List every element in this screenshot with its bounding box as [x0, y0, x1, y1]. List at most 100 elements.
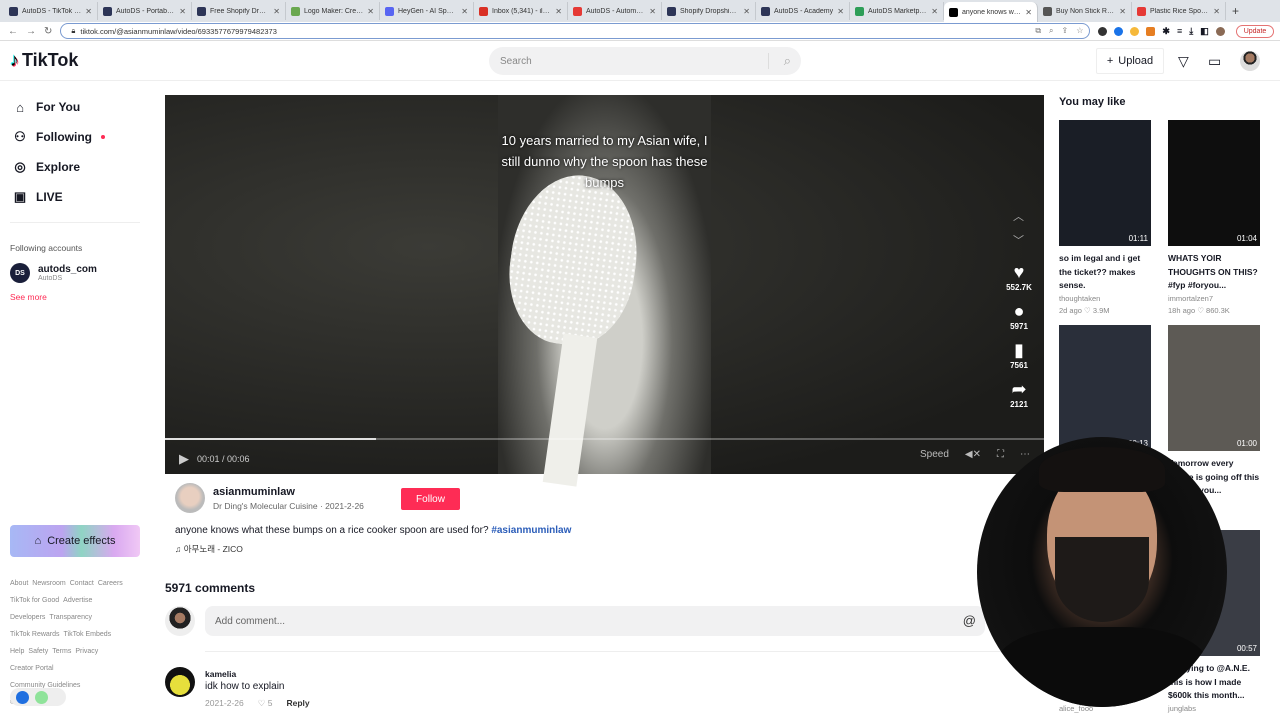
video-thumbnail[interactable]: 00:13 [1059, 325, 1151, 451]
new-tab-button[interactable]: + [1232, 4, 1239, 18]
extension-icon[interactable] [1098, 26, 1108, 36]
browser-tab[interactable]: AutoDS - Academy ✕ [756, 2, 850, 20]
footer-link[interactable]: Safety [28, 648, 48, 655]
browser-tab[interactable]: Plastic Rice Spoon Pa ✕ [1132, 2, 1226, 20]
footer-link[interactable]: TikTok Rewards [10, 631, 60, 638]
sidebar-item-explore[interactable]: ◎ Explore [0, 152, 160, 182]
speed-button[interactable]: Speed [920, 449, 949, 460]
close-tab-icon[interactable]: ✕ [273, 7, 280, 16]
close-tab-icon[interactable]: ✕ [85, 7, 92, 16]
comment-user[interactable]: kamelia [205, 669, 236, 679]
profile-avatar[interactable] [1215, 26, 1225, 36]
extension-icon[interactable] [1114, 26, 1124, 36]
close-tab-icon[interactable]: ✕ [837, 7, 844, 16]
bookmark-star-icon[interactable]: ☆ [1076, 26, 1083, 36]
footer-link[interactable]: Creator Portal [10, 665, 54, 672]
video-title[interactable]: WHATS YOIR THOUGHTS ON THIS? #fyp #foryo… [1168, 252, 1260, 292]
reply-button[interactable]: Reply [286, 698, 309, 709]
extension-icon[interactable] [1146, 26, 1156, 36]
follow-button[interactable]: Follow [401, 488, 460, 510]
author-name[interactable]: asianmuminlaw [213, 486, 364, 498]
comment-avatar[interactable] [165, 667, 195, 697]
browser-tab[interactable]: AutoDS - Portable Ele ✕ [98, 2, 192, 20]
browser-tab[interactable]: Free Shopify Dropshi ✕ [192, 2, 286, 20]
update-button[interactable]: Update [1235, 24, 1275, 38]
comment-like-button[interactable]: ♡ 5 [258, 698, 273, 709]
previous-video-icon[interactable]: ︿ [1013, 205, 1024, 229]
footer-link[interactable]: Privacy [75, 648, 98, 655]
video-author[interactable]: immortalzen7 [1168, 294, 1260, 303]
footer-link[interactable]: About [10, 580, 28, 587]
reload-icon[interactable]: ↻ [44, 26, 52, 37]
video-thumbnail[interactable]: 01:00 [1168, 325, 1260, 451]
footer-link[interactable]: TikTok Embeds [64, 631, 112, 638]
user-avatar[interactable] [1240, 51, 1260, 71]
sidebar-item-live[interactable]: ▣ LIVE [0, 182, 160, 212]
close-tab-icon[interactable]: ✕ [649, 7, 656, 16]
video-author[interactable]: thoughtaken [1059, 294, 1151, 303]
create-effects-button[interactable]: ⌂ Create effects [10, 525, 140, 557]
video-thumbnail[interactable]: 01:04 [1168, 120, 1260, 246]
tiktok-logo[interactable]: ♪ TikTok [10, 50, 78, 71]
footer-link[interactable]: Transparency [49, 614, 92, 621]
next-video-icon[interactable]: ﹀ [1013, 229, 1024, 253]
install-icon[interactable]: ⇪ [1062, 26, 1069, 36]
video-title[interactable]: so im legal and i get the ticket?? makes… [1059, 252, 1151, 292]
reading-list-icon[interactable]: ≡ [1177, 26, 1182, 36]
close-tab-icon[interactable]: ✕ [743, 7, 750, 16]
close-tab-icon[interactable]: ✕ [1025, 8, 1032, 17]
sidepanel-icon[interactable]: ◧ [1200, 26, 1209, 37]
browser-tab[interactable]: HeyGen - AI Spokesp✕ [380, 2, 474, 20]
sidebar-item-following[interactable]: ⚇ Following [0, 122, 160, 152]
close-tab-icon[interactable]: ✕ [555, 7, 562, 16]
footer-link[interactable]: TikTok for Good [10, 597, 59, 604]
browser-tab[interactable]: Buy Non Stick Rice Pa✕ [1038, 2, 1132, 20]
footer-link[interactable]: Terms [52, 648, 71, 655]
share-icon[interactable]: ⧉ [1035, 26, 1041, 36]
back-icon[interactable]: ← [8, 26, 18, 37]
browser-tab[interactable]: AutoDS - TikTok Spy ✕ [4, 2, 98, 20]
close-tab-icon[interactable]: ✕ [931, 7, 938, 16]
hashtag-link[interactable]: #asianmuminlaw [491, 525, 571, 536]
footer-link[interactable]: Help [10, 648, 24, 655]
footer-link[interactable]: Advertise [63, 597, 92, 604]
close-tab-icon[interactable]: ✕ [179, 7, 186, 16]
browser-tab[interactable]: anyone knows what th✕ [944, 2, 1038, 22]
close-tab-icon[interactable]: ✕ [367, 7, 374, 16]
video-progress-bar[interactable] [165, 438, 1044, 440]
music-link[interactable]: ♫ 아무노래 - ZICO [175, 543, 243, 555]
recommended-video-card[interactable]: 01:04 WHATS YOIR THOUGHTS ON THIS? #fyp … [1168, 120, 1260, 315]
share-button[interactable]: ➦ 2121 [1001, 378, 1037, 409]
forward-icon[interactable]: → [26, 26, 36, 37]
mute-icon[interactable]: ◀✕ [965, 449, 981, 460]
footer-link[interactable]: Newsroom [32, 580, 65, 587]
upload-button[interactable]: + Upload [1096, 48, 1164, 74]
author-avatar[interactable] [175, 483, 205, 513]
power-icon[interactable] [35, 690, 48, 704]
save-button[interactable]: ▮ 7561 [1001, 339, 1037, 370]
app-icon[interactable] [16, 690, 29, 704]
video-thumbnail[interactable]: 01:11 [1059, 120, 1151, 246]
inbox-icon[interactable]: ▭ [1208, 53, 1221, 70]
url-input[interactable]: 🔒︎ tiktok.com/@asianmuminlaw/video/69335… [60, 23, 1091, 39]
browser-tab[interactable]: Logo Maker: Create S ✕ [286, 2, 380, 20]
account-autods[interactable]: DS autods_com AutoDS [10, 263, 160, 283]
close-tab-icon[interactable]: ✕ [1119, 7, 1126, 16]
recommended-video-card[interactable]: 01:11 so im legal and i get the ticket??… [1059, 120, 1151, 315]
fullscreen-icon[interactable]: ⛶ [997, 449, 1004, 460]
send-icon[interactable]: ▽ [1178, 53, 1189, 70]
more-icon[interactable]: ⋯ [1020, 449, 1030, 460]
like-button[interactable]: ♥ 552.7K [1001, 261, 1037, 292]
mention-icon[interactable]: @ [963, 613, 976, 628]
puzzle-icon[interactable]: ✱ [1162, 26, 1170, 37]
search-icon[interactable]: ⌕ [784, 53, 791, 69]
browser-tab[interactable]: AutoDS Marketplace ✕ [850, 2, 944, 20]
sidebar-item-for-you[interactable]: ⌂ For You [0, 92, 160, 122]
close-tab-icon[interactable]: ✕ [461, 7, 468, 16]
browser-tab[interactable]: AutoDS - Automatic ✕ [568, 2, 662, 20]
download-icon[interactable]: ⤓ [1189, 26, 1193, 37]
comment-button[interactable]: ● 5971 [1001, 300, 1037, 331]
see-more-link[interactable]: See more [10, 292, 160, 302]
comment-input[interactable]: Add comment... @ [205, 606, 985, 636]
browser-tab[interactable]: Shopify Dropshipping ✕ [662, 2, 756, 20]
